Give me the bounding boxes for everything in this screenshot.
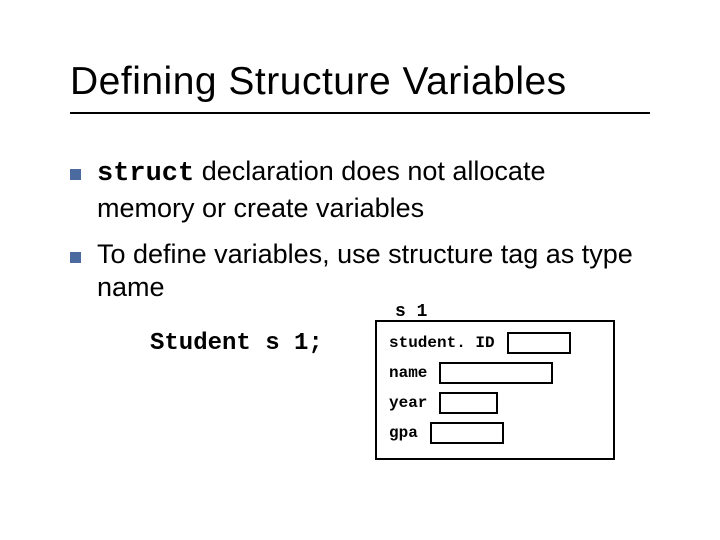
title-wrap: Defining Structure Variables — [70, 60, 650, 114]
code-keyword: struct — [97, 159, 194, 189]
struct-diagram: student. ID name year gpa — [375, 320, 615, 460]
field-label: student. ID — [389, 334, 495, 352]
field-box — [430, 422, 504, 444]
field-label: year — [389, 394, 427, 412]
field-label: gpa — [389, 424, 418, 442]
field-row-studentid: student. ID — [389, 332, 601, 354]
bullet-item: To define variables, use structure tag a… — [70, 238, 650, 306]
field-box — [439, 362, 553, 384]
bullet-text: struct declaration does not allocate mem… — [97, 155, 650, 226]
slide: Defining Structure Variables struct decl… — [0, 0, 720, 540]
bullet-icon — [70, 169, 81, 180]
field-row-year: year — [389, 392, 601, 414]
title-underline — [70, 112, 650, 114]
bullet-icon — [70, 252, 81, 263]
field-label: name — [389, 364, 427, 382]
bullet-item: struct declaration does not allocate mem… — [70, 155, 650, 226]
field-row-gpa: gpa — [389, 422, 601, 444]
bullet-text: To define variables, use structure tag a… — [97, 238, 650, 306]
struct-instance-label: s 1 — [395, 302, 427, 322]
slide-title: Defining Structure Variables — [70, 60, 650, 104]
bullet-list: struct declaration does not allocate mem… — [70, 155, 650, 317]
field-box — [507, 332, 571, 354]
field-box — [439, 392, 498, 414]
code-line: Student s 1; — [150, 330, 323, 357]
field-row-name: name — [389, 362, 601, 384]
